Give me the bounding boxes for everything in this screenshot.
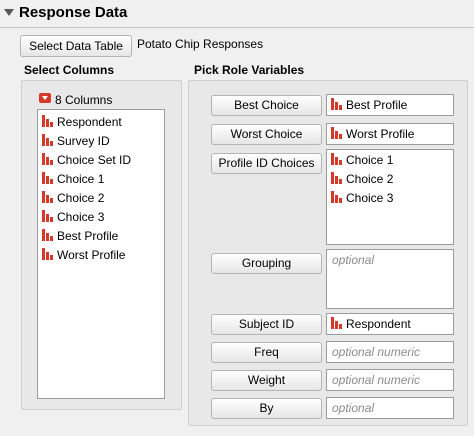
continuous-bar-icon bbox=[331, 317, 343, 329]
worst-choice-box[interactable]: Worst Profile bbox=[326, 123, 454, 145]
role-entry[interactable]: Choice 1 bbox=[331, 151, 393, 169]
column-list-item[interactable]: Best Profile bbox=[42, 227, 118, 245]
role-entry[interactable]: Best Profile bbox=[331, 96, 407, 114]
continuous-bar-icon bbox=[42, 172, 54, 184]
by-button[interactable]: By bbox=[211, 398, 322, 419]
by-placeholder: optional bbox=[332, 401, 375, 415]
weight-box[interactable]: optional numeric bbox=[326, 369, 454, 391]
grouping-button[interactable]: Grouping bbox=[211, 253, 322, 274]
continuous-bar-icon bbox=[331, 153, 343, 165]
continuous-bar-icon bbox=[42, 115, 54, 127]
column-list-item[interactable]: Worst Profile bbox=[42, 246, 125, 264]
freq-box[interactable]: optional numeric bbox=[326, 341, 454, 363]
continuous-bar-icon bbox=[331, 191, 343, 203]
worst-choice-button[interactable]: Worst Choice bbox=[211, 124, 322, 145]
column-name: Respondent bbox=[57, 115, 122, 129]
profile-id-choices-box[interactable]: Choice 1 Choice 2 Choice 3 bbox=[326, 149, 454, 245]
column-name: Choice Set ID bbox=[57, 153, 132, 167]
column-name: Survey ID bbox=[57, 134, 110, 148]
disclosure-triangle-icon[interactable] bbox=[4, 9, 14, 16]
column-list[interactable]: Respondent Survey ID Choice Set ID Choice 1… bbox=[37, 109, 165, 399]
profile-id-choices-button[interactable]: Profile ID Choices bbox=[211, 153, 322, 174]
select-data-table-button[interactable]: Select Data Table bbox=[20, 35, 132, 57]
role-entry[interactable]: Worst Profile bbox=[331, 125, 414, 143]
column-name: Choice 1 bbox=[57, 172, 105, 186]
continuous-bar-icon bbox=[331, 172, 343, 184]
column-list-item[interactable]: Choice 2 bbox=[42, 189, 104, 207]
column-list-item[interactable]: Choice Set ID bbox=[42, 151, 131, 169]
subject-id-box[interactable]: Respondent bbox=[326, 313, 454, 335]
continuous-bar-icon bbox=[42, 248, 54, 260]
continuous-bar-icon bbox=[42, 153, 54, 165]
column-name: Choice 3 bbox=[57, 210, 105, 224]
column-list-item[interactable]: Choice 1 bbox=[42, 170, 104, 188]
freq-placeholder: optional numeric bbox=[332, 345, 421, 359]
column-list-item[interactable]: Choice 3 bbox=[42, 208, 104, 226]
continuous-bar-icon bbox=[331, 98, 343, 110]
grouping-placeholder: optional bbox=[332, 253, 375, 267]
freq-button[interactable]: Freq bbox=[211, 342, 322, 363]
pick-role-variables-label: Pick Role Variables bbox=[194, 63, 305, 77]
column-count: 8 Columns bbox=[55, 93, 113, 107]
column-name: Worst Profile bbox=[57, 248, 126, 262]
column-list-item[interactable]: Survey ID bbox=[42, 132, 110, 150]
column-name: Choice 2 bbox=[57, 191, 105, 205]
subject-id-button[interactable]: Subject ID bbox=[211, 314, 322, 335]
role-entry[interactable]: Choice 3 bbox=[331, 189, 393, 207]
continuous-bar-icon bbox=[42, 229, 54, 241]
data-table-name: Potato Chip Responses bbox=[137, 37, 264, 51]
weight-placeholder: optional numeric bbox=[332, 373, 421, 387]
red-triangle-icon[interactable] bbox=[39, 93, 51, 103]
best-choice-button[interactable]: Best Choice bbox=[211, 95, 322, 116]
select-columns-label: Select Columns bbox=[24, 63, 115, 77]
grouping-box[interactable]: optional bbox=[326, 249, 454, 309]
panel-title: Response Data bbox=[19, 4, 128, 21]
column-list-item[interactable]: Respondent bbox=[42, 113, 122, 131]
weight-button[interactable]: Weight bbox=[211, 370, 322, 391]
continuous-bar-icon bbox=[42, 134, 54, 146]
continuous-bar-icon bbox=[42, 191, 54, 203]
continuous-bar-icon bbox=[331, 127, 343, 139]
best-choice-box[interactable]: Best Profile bbox=[326, 94, 454, 116]
role-entry[interactable]: Respondent bbox=[331, 315, 411, 333]
column-name: Best Profile bbox=[57, 229, 119, 243]
by-box[interactable]: optional bbox=[326, 397, 454, 419]
continuous-bar-icon bbox=[42, 210, 54, 222]
role-entry[interactable]: Choice 2 bbox=[331, 170, 393, 188]
